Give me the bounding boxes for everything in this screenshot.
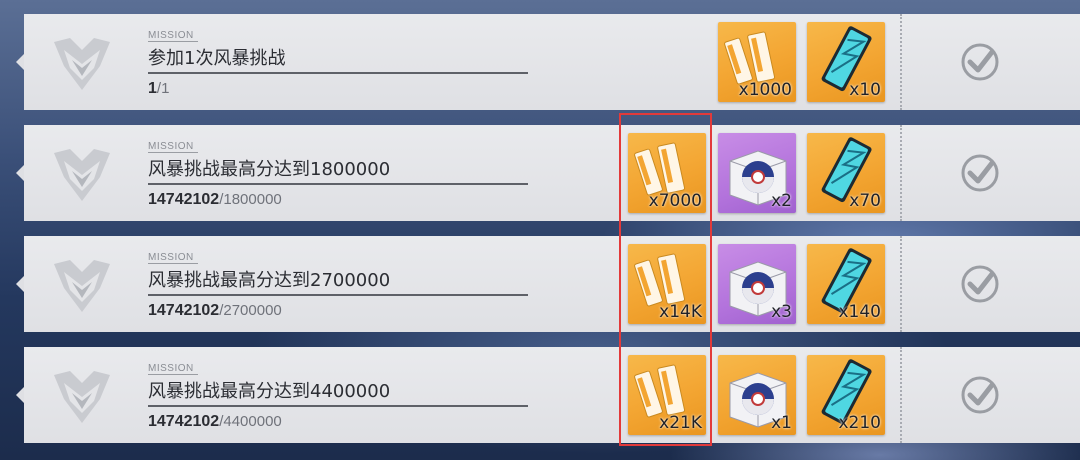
mission-label: MISSION — [148, 30, 198, 42]
mission-emblem-icon — [54, 260, 110, 312]
title-divider — [148, 294, 528, 296]
reward-count: x10 — [849, 80, 881, 100]
reward-crystal-card[interactable]: x10 — [807, 22, 885, 102]
title-divider — [148, 183, 528, 185]
row-divider — [900, 14, 902, 110]
mission-row[interactable]: MISSION 风暴挑战最高分达到2700000 14742102/270000… — [16, 236, 1080, 332]
reward-count: x210 — [838, 413, 881, 433]
reward-count: x140 — [838, 302, 881, 322]
mission-label: MISSION — [148, 252, 198, 264]
mission-title: 风暴挑战最高分达到4400000 — [148, 381, 391, 402]
mission-row[interactable]: MISSION 参加1次风暴挑战 1/1 x1000 x10 — [16, 14, 1080, 110]
mission-progress: 1/1 — [148, 80, 169, 98]
mission-title: 风暴挑战最高分达到2700000 — [148, 270, 391, 291]
row-divider — [900, 125, 902, 221]
mission-label: MISSION — [148, 363, 198, 375]
title-divider — [148, 72, 528, 74]
reward-count: x1000 — [738, 80, 792, 100]
mission-title: 参加1次风暴挑战 — [148, 48, 286, 69]
checkmark-icon[interactable] — [960, 153, 1000, 193]
progress-target: /1 — [156, 80, 170, 97]
progress-current: 14742102 — [148, 413, 220, 430]
reward-supply-box[interactable]: x2 — [718, 133, 796, 213]
mission-emblem-icon — [54, 38, 110, 90]
row-divider — [900, 347, 902, 443]
mission-row[interactable]: MISSION 风暴挑战最高分达到1800000 14742102/180000… — [16, 125, 1080, 221]
mission-row[interactable]: MISSION 风暴挑战最高分达到4400000 14742102/440000… — [16, 347, 1080, 443]
mission-title: 风暴挑战最高分达到1800000 — [148, 159, 391, 180]
mission-label: MISSION — [148, 141, 198, 153]
progress-target: /1800000 — [219, 191, 282, 208]
progress-target: /2700000 — [219, 302, 282, 319]
reward-ticket[interactable]: x1000 — [718, 22, 796, 102]
reward-crystal-card[interactable]: x210 — [807, 355, 885, 435]
checkmark-icon[interactable] — [960, 375, 1000, 415]
title-divider — [148, 405, 528, 407]
progress-current: 14742102 — [148, 191, 220, 208]
reward-count: x2 — [771, 191, 792, 211]
reward-supply-box[interactable]: x3 — [718, 244, 796, 324]
checkmark-icon[interactable] — [960, 264, 1000, 304]
reward-crystal-card[interactable]: x70 — [807, 133, 885, 213]
reward-supply-box[interactable]: x1 — [718, 355, 796, 435]
reward-count: x3 — [771, 302, 792, 322]
mission-progress: 14742102/4400000 — [148, 413, 282, 431]
mission-emblem-icon — [54, 149, 110, 201]
highlight-box — [619, 113, 712, 446]
reward-crystal-card[interactable]: x140 — [807, 244, 885, 324]
reward-count: x1 — [771, 413, 792, 433]
progress-target: /4400000 — [219, 413, 282, 430]
progress-current: 14742102 — [148, 302, 220, 319]
mission-progress: 14742102/1800000 — [148, 191, 282, 209]
row-divider — [900, 236, 902, 332]
checkmark-icon[interactable] — [960, 42, 1000, 82]
mission-progress: 14742102/2700000 — [148, 302, 282, 320]
reward-count: x70 — [849, 191, 881, 211]
mission-emblem-icon — [54, 371, 110, 423]
progress-current: 1 — [148, 80, 157, 97]
